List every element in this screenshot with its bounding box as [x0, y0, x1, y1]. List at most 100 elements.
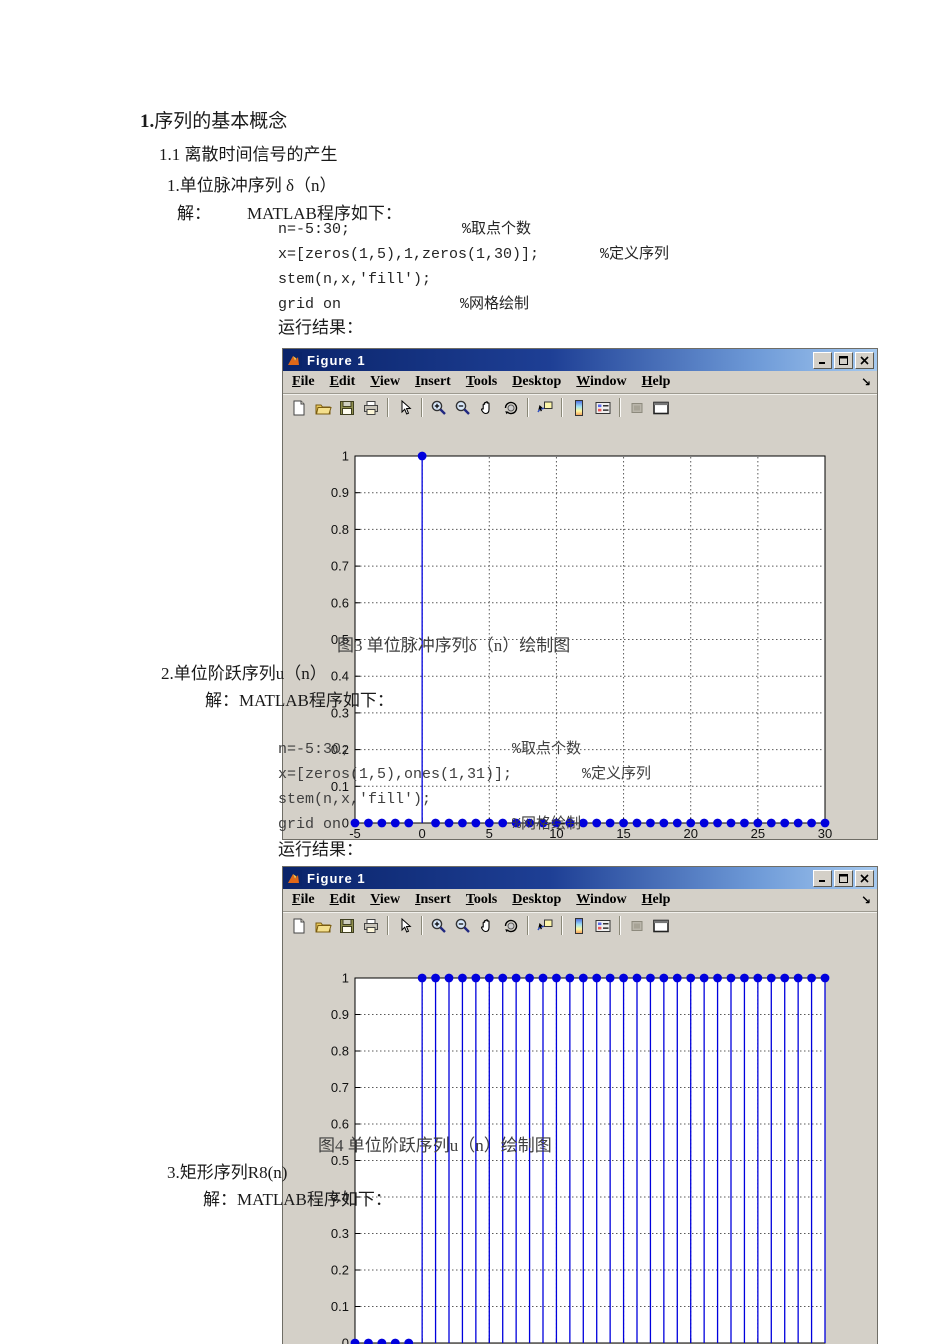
print-button[interactable]: [359, 397, 383, 419]
zoom-in-button[interactable]: [427, 915, 451, 937]
edit-plot-button[interactable]: [393, 397, 417, 419]
close-icon: [860, 355, 869, 365]
menu-overflow-arrow-icon: ↘: [860, 375, 871, 389]
minimize-button[interactable]: [813, 351, 832, 369]
new-figure-button[interactable]: [287, 915, 311, 937]
insert-colorbar-button[interactable]: [567, 915, 591, 937]
section-number: 1.: [140, 111, 155, 132]
menu-help[interactable]: Help: [642, 374, 671, 390]
code2-line-4: grid on %网格绘制: [278, 816, 582, 833]
code2-line-1: n=-5:30; %取点个数: [278, 741, 582, 758]
data-cursor-button[interactable]: [533, 397, 557, 419]
menu-tools[interactable]: Tools: [466, 374, 497, 390]
hide-plot-tools-button[interactable]: [625, 915, 649, 937]
toolbar-separator: [527, 398, 529, 417]
open-file-button[interactable]: [311, 915, 335, 937]
svg-text:0: 0: [342, 1336, 349, 1344]
data-cursor-icon: [537, 401, 553, 412]
dock-axes-icon: [653, 401, 669, 414]
menu-edit[interactable]: Edit: [330, 374, 356, 390]
toolbar-separator: [421, 916, 423, 935]
menu-file[interactable]: File: [292, 374, 315, 390]
colorbar-icon: [575, 917, 583, 934]
close-button[interactable]: [855, 351, 874, 369]
svg-text:15: 15: [616, 826, 630, 841]
item-3-title: 3.矩形序列R8(n): [167, 1163, 288, 1182]
run-result-1: 运行结果：: [278, 318, 363, 337]
svg-text:0.8: 0.8: [331, 522, 349, 537]
menu-desktop[interactable]: Desktop: [512, 374, 561, 390]
svg-text:0.7: 0.7: [331, 1080, 349, 1095]
save-button[interactable]: [335, 397, 359, 419]
minimize-icon: [819, 879, 825, 882]
save-button[interactable]: [335, 915, 359, 937]
maximize-button[interactable]: [834, 869, 853, 887]
run-result-2: 运行结果：: [278, 840, 363, 859]
svg-text:20: 20: [683, 826, 697, 841]
window-titlebar[interactable]: Figure 1: [283, 349, 877, 371]
rotate-3d-button[interactable]: [499, 915, 523, 937]
rotate-3d-icon: [504, 919, 518, 932]
code1-line-3: stem(n,x,'fill');: [278, 271, 432, 288]
menu-view[interactable]: View: [370, 374, 400, 390]
inactive-square-icon: [631, 920, 643, 931]
insert-legend-button[interactable]: [591, 397, 615, 419]
menu-view[interactable]: View: [370, 892, 400, 908]
zoom-out-button[interactable]: [451, 915, 475, 937]
code-comment: %定义序列: [600, 246, 670, 263]
menu-file[interactable]: File: [292, 892, 315, 908]
code1-line-2: x=[zeros(1,5),1,zeros(1,30)]; %定义序列: [278, 246, 670, 263]
svg-text:0.6: 0.6: [331, 1117, 349, 1132]
inactive-square-icon: [631, 402, 643, 413]
toolbar: [283, 912, 877, 939]
menu-window[interactable]: Window: [576, 374, 626, 390]
menu-overflow-arrow-icon: ↘: [860, 893, 871, 907]
pan-button[interactable]: [475, 915, 499, 937]
code-comment: %定义序列: [582, 766, 652, 783]
window-title: Figure 1: [307, 870, 366, 886]
svg-text:0: 0: [342, 816, 349, 831]
show-plot-tools-button[interactable]: [649, 915, 673, 937]
zoom-out-icon: [455, 918, 470, 933]
menu-window[interactable]: Window: [576, 892, 626, 908]
edit-plot-button[interactable]: [393, 915, 417, 937]
insert-legend-button[interactable]: [591, 915, 615, 937]
svg-text:0.9: 0.9: [331, 1007, 349, 1022]
open-file-button[interactable]: [311, 397, 335, 419]
hide-plot-tools-button[interactable]: [625, 397, 649, 419]
menu-desktop[interactable]: Desktop: [512, 892, 561, 908]
close-button[interactable]: [855, 869, 874, 887]
solution-label: 解：: [177, 204, 211, 223]
colorbar-icon: [575, 399, 583, 416]
save-floppy-icon: [340, 918, 354, 933]
zoom-in-button[interactable]: [427, 397, 451, 419]
insert-colorbar-button[interactable]: [567, 397, 591, 419]
code-comment: %网格绘制: [512, 816, 582, 833]
window-titlebar[interactable]: Figure 1: [283, 867, 877, 889]
menu-help[interactable]: Help: [642, 892, 671, 908]
code-comment: %网格绘制: [460, 296, 530, 313]
maximize-button[interactable]: [834, 351, 853, 369]
data-cursor-button[interactable]: [533, 915, 557, 937]
toolbar-separator: [561, 398, 563, 417]
menu-edit[interactable]: Edit: [330, 892, 356, 908]
rotate-3d-button[interactable]: [499, 397, 523, 419]
menu-tools[interactable]: Tools: [466, 892, 497, 908]
minimize-icon: [819, 361, 825, 364]
pan-button[interactable]: [475, 397, 499, 419]
menu-insert[interactable]: Insert: [415, 374, 451, 390]
print-button[interactable]: [359, 915, 383, 937]
new-figure-button[interactable]: [287, 397, 311, 419]
menu-insert[interactable]: Insert: [415, 892, 451, 908]
show-plot-tools-button[interactable]: [649, 397, 673, 419]
code-comment: %取点个数: [512, 741, 582, 758]
pan-hand-icon: [481, 400, 490, 414]
maximize-icon: [839, 873, 848, 883]
svg-text:0: 0: [419, 826, 426, 841]
svg-text:-5: -5: [349, 826, 361, 841]
section-heading: 1.序列的基本概念: [140, 111, 287, 133]
zoom-out-button[interactable]: [451, 397, 475, 419]
toolbar: [283, 394, 877, 421]
open-folder-icon: [315, 404, 332, 414]
minimize-button[interactable]: [813, 869, 832, 887]
